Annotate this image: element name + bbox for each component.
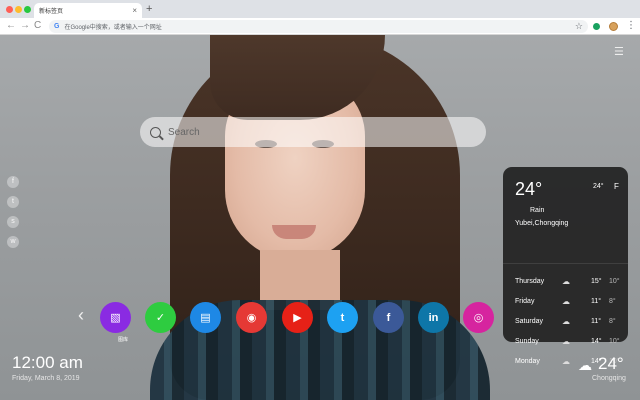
forecast-high: 11°	[591, 298, 602, 305]
clock-time: 12:00 am	[12, 353, 83, 372]
shortcut-check[interactable]: ✓	[145, 302, 176, 333]
shortcut-facebook[interactable]: f	[373, 302, 404, 333]
weather-temperature: 24°	[515, 179, 543, 199]
search-bar[interactable]	[140, 117, 486, 147]
back-button[interactable]: ←	[6, 20, 16, 32]
instagram-icon: ◎	[473, 312, 484, 324]
forecast-day: Sunday	[515, 338, 539, 345]
forecast-row: Thursday ☁ 15° 10°	[515, 277, 620, 290]
shortcut-twitter[interactable]: t	[327, 302, 358, 333]
shortcut-youtube[interactable]: ▶	[282, 302, 313, 333]
weather-location: Yubei,Chongqing	[515, 220, 569, 227]
shortcut-game[interactable]: ◉	[236, 302, 267, 333]
profile-avatar[interactable]	[609, 22, 618, 31]
shortcut-instagram[interactable]: ◎	[463, 302, 494, 333]
check-icon: ✓	[155, 312, 166, 324]
hamburger-menu-icon[interactable]: ☰	[614, 47, 626, 58]
forecast-day: Saturday	[515, 318, 544, 325]
forecast-low: 10°	[609, 338, 620, 345]
forecast-day: Friday	[515, 298, 535, 305]
twitter-icon: t	[340, 311, 345, 324]
cloud-icon: ☁	[562, 337, 570, 346]
active-tab[interactable]: 新标签页 ×	[34, 3, 142, 18]
cloud-icon: ☁	[562, 357, 570, 366]
forecast-day: Monday	[515, 358, 540, 365]
tab-close-icon[interactable]: ×	[132, 6, 137, 15]
forecast-low: 8°	[609, 298, 616, 305]
bookmark-star-icon[interactable]: ☆	[575, 21, 583, 32]
shortcut-gallery[interactable]: ▧	[100, 302, 131, 333]
forecast-row: Saturday ☁ 11° 8°	[515, 317, 620, 330]
bottom-weather-temp[interactable]: 24°	[598, 354, 624, 374]
weather-condition: Rain	[530, 207, 545, 214]
clock-date: Friday, March 8, 2019	[12, 375, 80, 382]
browser-toolbar: ← → C G 在Google中搜索，或者输入一个网址 ☆ ⋮	[0, 18, 640, 35]
cloud-icon: ☁	[562, 317, 570, 326]
address-bar[interactable]: G 在Google中搜索，或者输入一个网址 ☆	[49, 20, 588, 33]
snapchat-icon[interactable]: s	[7, 216, 19, 228]
search-icon	[150, 126, 161, 138]
gallery-icon: ▧	[110, 312, 121, 324]
cloud-rain-icon[interactable]: ☁	[578, 357, 592, 374]
forward-button[interactable]: →	[20, 20, 30, 32]
facebook-icon[interactable]: f	[7, 176, 19, 188]
search-input[interactable]	[168, 126, 476, 138]
browser-menu-icon[interactable]: ⋮	[626, 19, 636, 33]
shortcut-linkedin[interactable]: in	[418, 302, 449, 333]
facebook-icon: f	[386, 311, 391, 324]
maximize-window-button[interactable]	[24, 6, 31, 13]
tab-strip: 新标签页 × +	[0, 0, 640, 18]
reload-button[interactable]: C	[34, 20, 41, 32]
forecast-day: Thursday	[515, 278, 545, 285]
weather-unit-toggle[interactable]: F	[614, 182, 619, 191]
cloud-icon: ☁	[562, 277, 570, 286]
forecast-low: 10°	[609, 278, 620, 285]
forecast-row: Friday ☁ 11° 8°	[515, 297, 620, 310]
note-icon: ▤	[200, 312, 211, 324]
shortcut-note[interactable]: ▤	[190, 302, 221, 333]
forecast-row: Sunday ☁ 14° 10°	[515, 337, 620, 350]
youtube-icon: ▶	[293, 312, 302, 324]
bottom-weather-city: Chongqing	[592, 375, 626, 382]
minimize-window-button[interactable]	[15, 6, 22, 13]
twitter-icon[interactable]: t	[7, 196, 19, 208]
shortcut-label-gallery: 图库	[117, 337, 128, 343]
cloud-icon: ☁	[562, 297, 570, 306]
new-tab-page: ☰ f t s w ‹ ▧ ✓ ▤ ◉ ▶ t f in ◎ 图库 24° 24…	[0, 35, 640, 400]
shortcuts-prev-arrow[interactable]: ‹	[78, 305, 84, 325]
address-placeholder: 在Google中搜索，或者输入一个网址	[64, 25, 162, 31]
wechat-icon[interactable]: w	[7, 236, 19, 248]
extension-icon[interactable]	[593, 23, 600, 30]
weather-mini-temperature: 24°	[593, 183, 604, 190]
weather-divider	[503, 263, 628, 264]
forecast-low: 8°	[609, 318, 616, 325]
google-icon: G	[54, 23, 60, 30]
forecast-high: 14°	[591, 338, 602, 345]
weather-panel[interactable]: 24° 24° F Rain Yubei,Chongqing Thursday …	[503, 167, 628, 366]
game-icon: ◉	[246, 312, 257, 324]
close-window-button[interactable]	[6, 6, 13, 13]
tab-title: 新标签页	[39, 9, 64, 15]
linkedin-icon: in	[428, 311, 439, 324]
forecast-high: 15°	[591, 278, 602, 285]
forecast-high: 11°	[591, 318, 602, 325]
new-tab-button[interactable]: +	[146, 3, 152, 16]
